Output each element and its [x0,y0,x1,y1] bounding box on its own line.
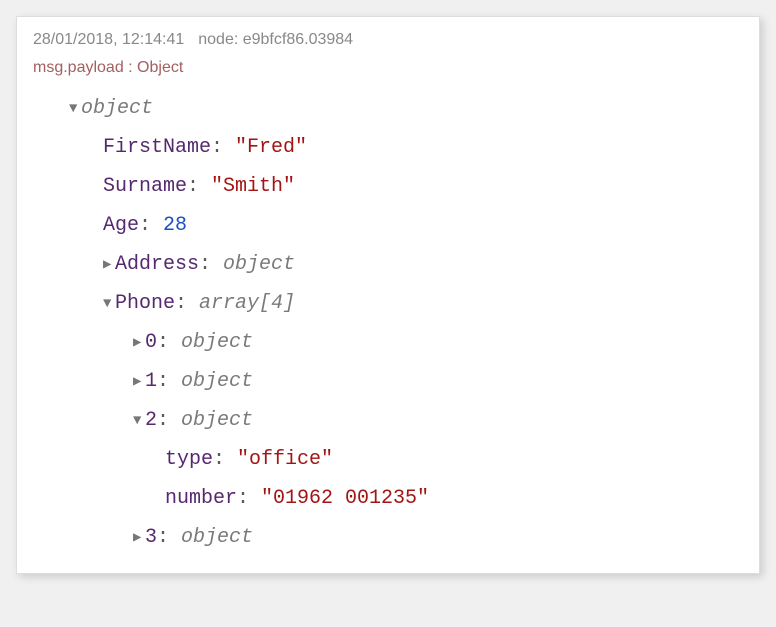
tree-row-phone[interactable]: ▼Phone: array[4] [33,284,743,323]
property-value-string: "Smith" [211,175,295,198]
tree-row-phone-2-type[interactable]: type: "office" [33,440,743,479]
colon: : [237,487,261,510]
property-value-number: 28 [163,214,187,237]
property-value-string: "office" [237,448,333,471]
property-key: Surname [103,175,187,198]
tree-row-age[interactable]: Age: 28 [33,206,743,245]
type-label: array[4] [199,292,295,315]
tree-row-phone-1[interactable]: ▶1: object [33,362,743,401]
tree-row-surname[interactable]: Surname: "Smith" [33,167,743,206]
colon: : [187,175,211,198]
property-key: Phone [115,292,175,315]
timestamp: 28/01/2018, 12:14:41 [33,31,184,48]
caret-down-icon[interactable]: ▼ [69,96,81,123]
caret-down-icon[interactable]: ▼ [133,408,145,435]
tree-row-phone-0[interactable]: ▶0: object [33,323,743,362]
tree-row-phone-2[interactable]: ▼2: object [33,401,743,440]
array-index: 1 [145,370,157,393]
tree-row-root[interactable]: ▼object [33,89,743,128]
tree-row-address[interactable]: ▶Address: object [33,245,743,284]
debug-header: 28/01/2018, 12:14:41 node: e9bfcf86.03984 [17,17,759,57]
colon: : [175,292,199,315]
object-tree: ▼object FirstName: "Fred" Surname: "Smit… [17,89,759,573]
property-key: Address [115,253,199,276]
type-label: object [81,97,153,120]
array-index: 3 [145,526,157,549]
property-key: FirstName [103,136,211,159]
colon: : [213,448,237,471]
colon: : [157,331,181,354]
colon: : [211,136,235,159]
node-id: e9bfcf86.03984 [243,31,353,48]
caret-right-icon[interactable]: ▶ [133,330,145,357]
type-label: object [181,526,253,549]
caret-right-icon[interactable]: ▶ [133,369,145,396]
type-label: object [181,370,253,393]
property-key: type [165,448,213,471]
property-key: Age [103,214,139,237]
property-key: number [165,487,237,510]
type-label: object [181,331,253,354]
tree-row-phone-2-number[interactable]: number: "01962 001235" [33,479,743,518]
tree-row-phone-3[interactable]: ▶3: object [33,518,743,557]
caret-down-icon[interactable]: ▼ [103,291,115,318]
debug-message-panel: 28/01/2018, 12:14:41 node: e9bfcf86.03984… [16,16,760,574]
array-index: 0 [145,331,157,354]
caret-right-icon[interactable]: ▶ [133,525,145,552]
array-index: 2 [145,409,157,432]
colon: : [157,409,181,432]
property-value-string: "Fred" [235,136,307,159]
tree-row-firstname[interactable]: FirstName: "Fred" [33,128,743,167]
colon: : [157,526,181,549]
type-label: object [223,253,295,276]
caret-right-icon[interactable]: ▶ [103,252,115,279]
type-label: object [181,409,253,432]
colon: : [199,253,223,276]
property-value-string: "01962 001235" [261,487,429,510]
node-label-prefix: node: [198,31,242,48]
payload-path-label: msg.payload : Object [17,57,759,89]
colon: : [157,370,181,393]
colon: : [139,214,163,237]
